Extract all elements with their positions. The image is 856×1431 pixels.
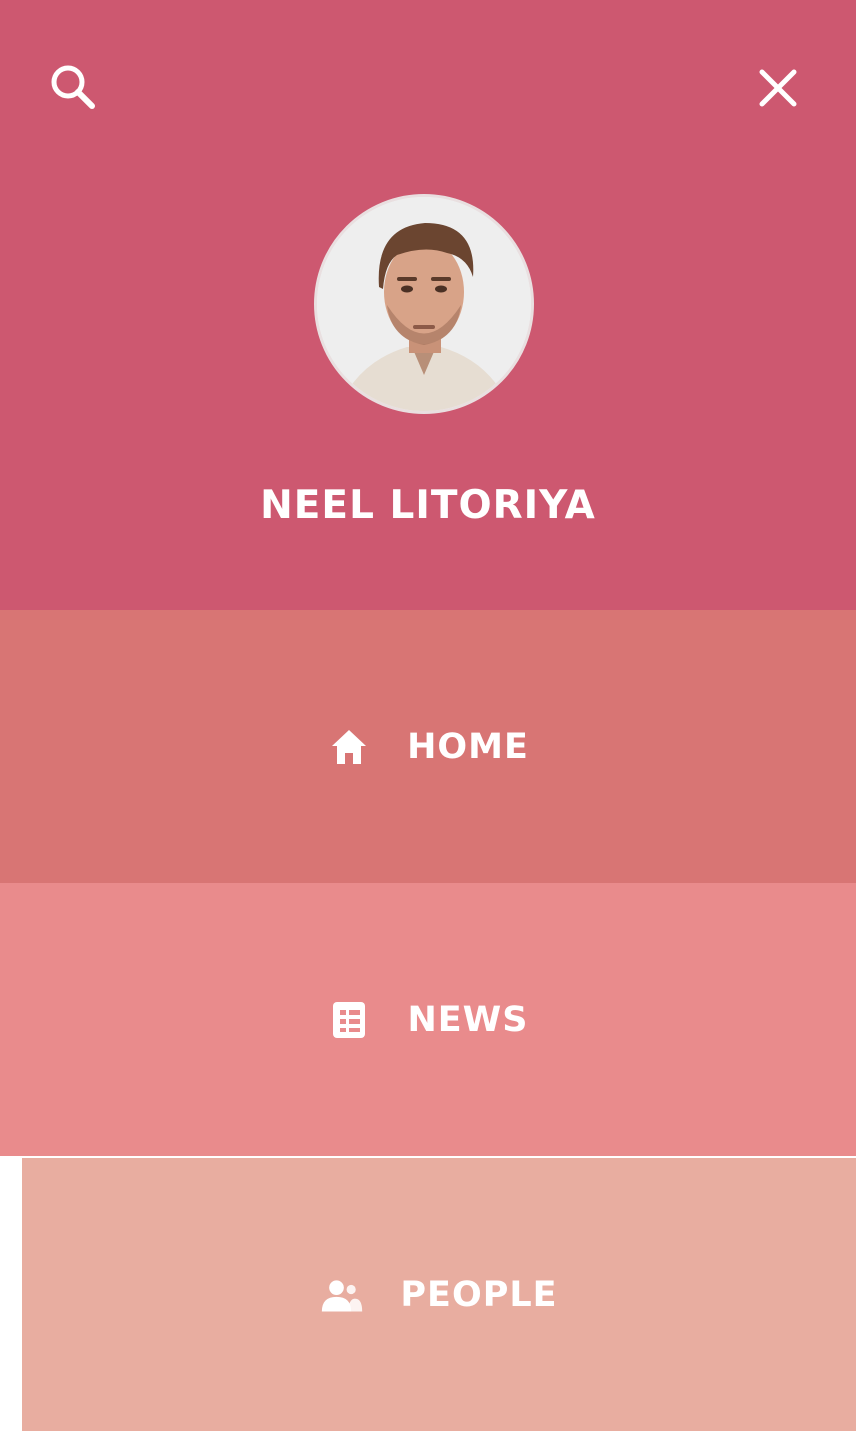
profile-header: NEEL LITORIYA: [0, 0, 856, 610]
avatar[interactable]: [314, 194, 534, 414]
menu-item-label: NEWS: [407, 999, 529, 1040]
people-icon: [320, 1273, 364, 1317]
menu-item-people[interactable]: PEOPLE: [22, 1158, 856, 1431]
close-button[interactable]: [742, 52, 814, 124]
news-icon: [327, 998, 371, 1042]
close-icon: [759, 69, 797, 107]
menu-item-label: PEOPLE: [400, 1274, 558, 1315]
home-icon: [327, 725, 371, 769]
profile-name: NEEL LITORIYA: [260, 483, 596, 528]
active-indicator: [0, 1158, 22, 1431]
menu-item-label: HOME: [407, 726, 529, 767]
menu-item-news[interactable]: NEWS: [0, 883, 856, 1156]
menu-item-home[interactable]: HOME: [0, 610, 856, 883]
user-photo-icon: [317, 197, 531, 411]
side-menu: NEEL LITORIYA HOME NEWS PEOPLE: [0, 0, 856, 1431]
search-icon: [51, 65, 95, 109]
search-button[interactable]: [38, 52, 110, 124]
